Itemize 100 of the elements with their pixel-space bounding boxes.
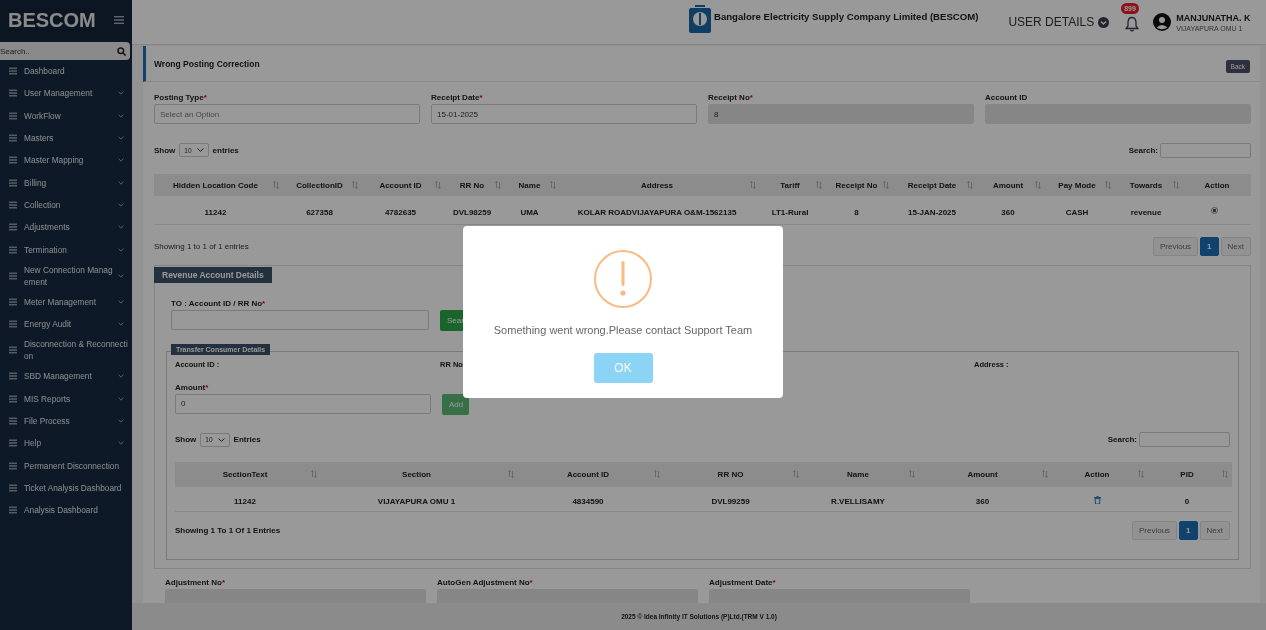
field-label: AutoGen Adjustment No*: [437, 577, 534, 588]
sidebar-item[interactable]: Adjustments: [0, 216, 132, 239]
table-cell: R.VELLISAMY: [831, 496, 885, 506]
sidebar-item-label: File Process: [24, 415, 71, 427]
sidebar-item[interactable]: Meter Management: [0, 290, 132, 313]
field-label: TO : Account ID / RR No*: [171, 298, 267, 309]
page-button[interactable]: 1: [1200, 236, 1219, 256]
sort-icon: [1042, 470, 1048, 478]
sidebar-item-label: SBD Management: [24, 370, 93, 383]
column-header[interactable]: PID: [1152, 469, 1222, 479]
bell-icon: [1125, 16, 1140, 32]
field-label: Adjustment Date*: [709, 577, 777, 588]
column-header[interactable]: Section: [325, 469, 508, 479]
sidebar-item-label: Termination: [24, 243, 68, 256]
column-header[interactable]: Action: [1056, 469, 1138, 479]
column-header[interactable]: Amount: [981, 180, 1035, 190]
sidebar-item[interactable]: File Process: [0, 409, 132, 433]
table-cell: VIJAYAPURA OMU 1: [377, 496, 456, 506]
sidebar-item[interactable]: Termination: [0, 238, 132, 261]
column-header[interactable]: Towards: [1119, 180, 1173, 190]
column-header[interactable]: Address: [564, 180, 750, 190]
list-icon: [9, 320, 17, 329]
chevron-down-icon: [196, 148, 204, 152]
sidebar-item-label: Collection: [24, 198, 62, 211]
list-icon: [9, 200, 17, 209]
field-label: Posting Type*: [154, 93, 208, 103]
sort-icon: [1222, 470, 1228, 478]
table-cell: 627358: [306, 207, 333, 217]
search-label: Search:: [1107, 435, 1137, 444]
sidebar-item[interactable]: Ticket Analysis Dashboard: [0, 476, 132, 500]
column-header[interactable]: SectionText: [179, 469, 311, 479]
sidebar-item[interactable]: WorkFlow: [0, 104, 132, 127]
chevron-down-icon: [118, 113, 124, 118]
list-icon: [9, 67, 17, 76]
user-details-button[interactable]: USER DETAILS: [1008, 15, 1110, 29]
sidebar-item[interactable]: SBD Management: [0, 365, 132, 388]
sort-icon: [883, 181, 889, 189]
sidebar-item-label: Meter Management: [24, 295, 97, 308]
column-header[interactable]: RR No: [449, 180, 495, 190]
sidebar-item-label: Analysis Dashboard: [24, 504, 99, 517]
input-field[interactable]: 15-01-2025: [431, 104, 697, 124]
sidebar-item[interactable]: Permanent Disconnection: [0, 454, 132, 477]
sidebar-item[interactable]: New Connection Management: [0, 260, 132, 291]
page-button[interactable]: 1: [1179, 521, 1198, 540]
chevron-down-icon: [118, 273, 124, 278]
list-icon: [9, 394, 17, 403]
field-label: Account ID: [985, 93, 1029, 103]
exclamation-icon: [620, 261, 626, 297]
table-info: Showing 1 to 1 of 1 entries: [154, 241, 249, 251]
sidebar-item[interactable]: MIS Reports: [0, 387, 132, 410]
column-header[interactable]: RR NO: [668, 469, 793, 479]
search-field[interactable]: [1160, 142, 1251, 158]
radio-button[interactable]: [1210, 207, 1218, 214]
sidebar-item[interactable]: Dashboard: [0, 60, 132, 83]
sort-icon: [793, 470, 799, 478]
search-field[interactable]: [1139, 432, 1230, 447]
input-field[interactable]: [171, 309, 429, 330]
trash-icon[interactable]: [1093, 495, 1101, 504]
column-header[interactable]: CollectionID: [287, 180, 352, 190]
table-cell: 15-JAN-2025: [908, 207, 956, 217]
column-header[interactable]: Tariff: [764, 180, 816, 190]
sidebar-item[interactable]: Energy Audit: [0, 312, 132, 336]
sort-icon: [816, 181, 822, 189]
column-header[interactable]: Name: [807, 469, 909, 479]
page-title: Wrong Posting Correction: [154, 58, 260, 69]
table-cell: revenue: [1130, 207, 1162, 217]
column-header[interactable]: Amount: [923, 469, 1042, 479]
search-field[interactable]: Search..: [0, 42, 130, 60]
list-icon: [9, 417, 17, 425]
column-header[interactable]: Name: [509, 180, 550, 190]
list-icon: [9, 89, 17, 98]
field-label: Adjustment No*: [165, 577, 226, 588]
sidebar-item[interactable]: User Management: [0, 82, 132, 105]
column-header[interactable]: Receipt No: [830, 180, 883, 190]
list-icon: [9, 372, 17, 381]
table-cell: UMA: [520, 207, 539, 217]
column-header[interactable]: Action: [1187, 180, 1247, 190]
sidebar-item[interactable]: Masters: [0, 126, 132, 150]
column-header[interactable]: Receipt Date: [897, 180, 967, 190]
sidebar-item[interactable]: Master Mapping: [0, 149, 132, 172]
input-field[interactable]: Select an Option: [154, 104, 420, 124]
chevron-down-icon: [118, 180, 124, 185]
sort-icon: [508, 470, 514, 478]
sidebar-item[interactable]: Help: [0, 432, 132, 455]
column-header[interactable]: Account ID: [366, 180, 435, 190]
sort-icon: [909, 470, 915, 478]
field-label: Amount*: [175, 382, 210, 393]
sidebar-item[interactable]: Analysis Dashboard: [0, 499, 132, 522]
input-field[interactable]: 0: [175, 393, 431, 414]
column-header[interactable]: Hidden Location Code: [158, 180, 273, 190]
chevron-down-icon: [118, 374, 124, 379]
sidebar-item[interactable]: Collection: [0, 193, 132, 217]
sidebar-item[interactable]: Billing: [0, 171, 132, 194]
sidebar-item-label: Master Mapping: [24, 154, 85, 167]
sort-icon: [654, 470, 660, 478]
column-header[interactable]: Account ID: [522, 469, 654, 479]
list-icon: [9, 461, 17, 470]
table-cell: 360: [1001, 207, 1015, 217]
column-header[interactable]: Pay Mode: [1049, 180, 1105, 190]
sidebar-item[interactable]: Disconnection & Reconnection: [0, 335, 132, 366]
